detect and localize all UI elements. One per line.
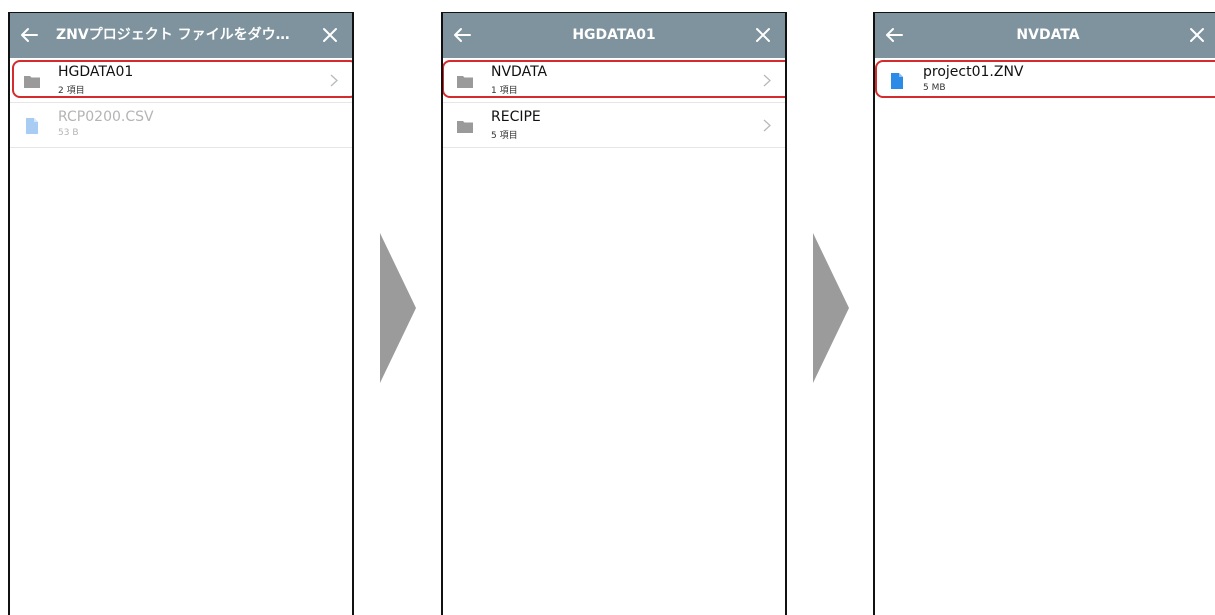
file-picker-screen-root: ZNVプロジェクト ファイルをダウ… HGDATA01 2 項目 RCP0200… <box>8 12 354 615</box>
selection-highlight <box>12 60 352 98</box>
page-title: NVDATA <box>1016 27 1080 43</box>
header-bar: ZNVプロジェクト ファイルをダウ… <box>10 13 352 58</box>
file-picker-screen-hgdata01: HGDATA01 NVDATA 1 項目 RECIPE 5 項目 <box>441 12 787 615</box>
item-meta: 5 項目 <box>491 131 518 141</box>
close-icon[interactable] <box>320 25 340 45</box>
list-item-recipe[interactable]: RECIPE 5 項目 <box>443 103 785 148</box>
file-icon <box>26 118 38 134</box>
item-name: RCP0200.CSV <box>58 109 154 125</box>
page-title: HGDATA01 <box>572 27 656 43</box>
chevron-right-icon <box>763 119 771 132</box>
list-item-rcp0200: RCP0200.CSV 53 B <box>10 103 352 148</box>
folder-icon <box>457 121 473 133</box>
close-icon[interactable] <box>753 25 773 45</box>
arrow-left-icon[interactable] <box>883 24 905 46</box>
header-bar: NVDATA <box>875 13 1215 58</box>
item-name: RECIPE <box>491 109 541 125</box>
selection-highlight <box>443 60 785 98</box>
arrow-left-icon[interactable] <box>451 24 473 46</box>
file-picker-screen-nvdata: NVDATA project01.ZNV 5 MB <box>873 12 1215 615</box>
page-title: ZNVプロジェクト ファイルをダウ… <box>56 27 290 43</box>
close-icon[interactable] <box>1187 25 1207 45</box>
header-bar: HGDATA01 <box>443 13 785 58</box>
item-meta: 53 B <box>58 128 79 138</box>
arrow-left-icon[interactable] <box>18 24 40 46</box>
step-arrow-icon <box>380 233 416 383</box>
step-arrow-icon <box>813 233 849 383</box>
selection-highlight <box>875 60 1215 98</box>
